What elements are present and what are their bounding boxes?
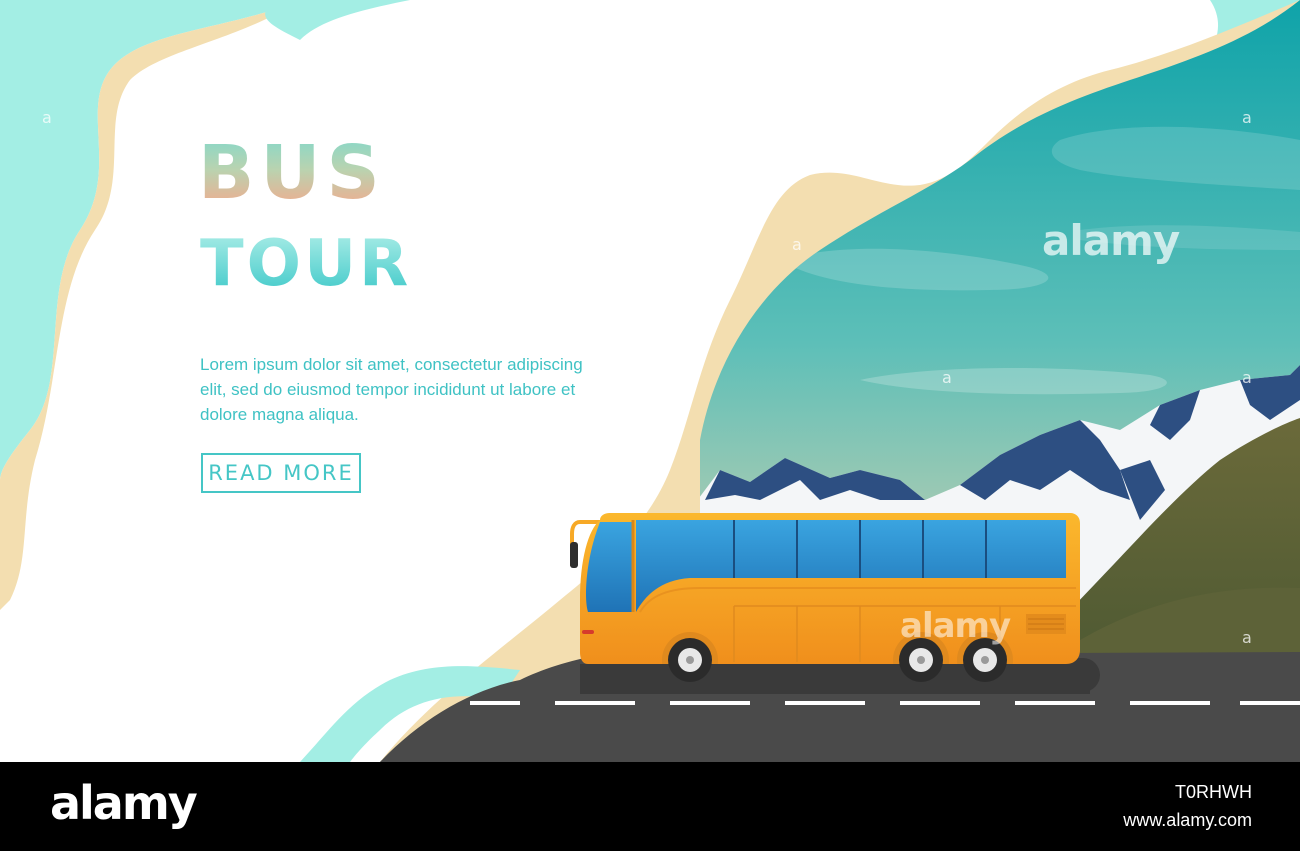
footer-image-id: T0RHWH: [1175, 782, 1252, 802]
hero-illustration: [0, 0, 1300, 762]
watermark-mark: a: [792, 235, 802, 254]
bus-icon: [570, 513, 1100, 694]
watermark-mark: a: [1242, 108, 1252, 127]
watermark-mark: a: [42, 108, 52, 127]
watermark-mark: a: [942, 368, 952, 387]
hero-description: Lorem ipsum dolor sit amet, consectetur …: [200, 355, 583, 424]
footer-logo: alamy: [50, 776, 198, 830]
watermark-mark: a: [1242, 628, 1252, 647]
watermark: alamy: [1042, 216, 1180, 265]
stock-footer: alamy T0RHWH www.alamy.com: [0, 762, 1300, 851]
wheel: [668, 638, 712, 682]
top-mint-strip: [265, 0, 410, 40]
watermark: alamy: [900, 606, 1011, 646]
read-more-button[interactable]: READ MORE: [201, 453, 361, 493]
watermark-mark: a: [1242, 368, 1252, 387]
footer-url: www.alamy.com: [1123, 810, 1252, 830]
hero-title-bus: BUS: [198, 130, 386, 216]
hero-title-tour: TOUR: [200, 227, 412, 301]
